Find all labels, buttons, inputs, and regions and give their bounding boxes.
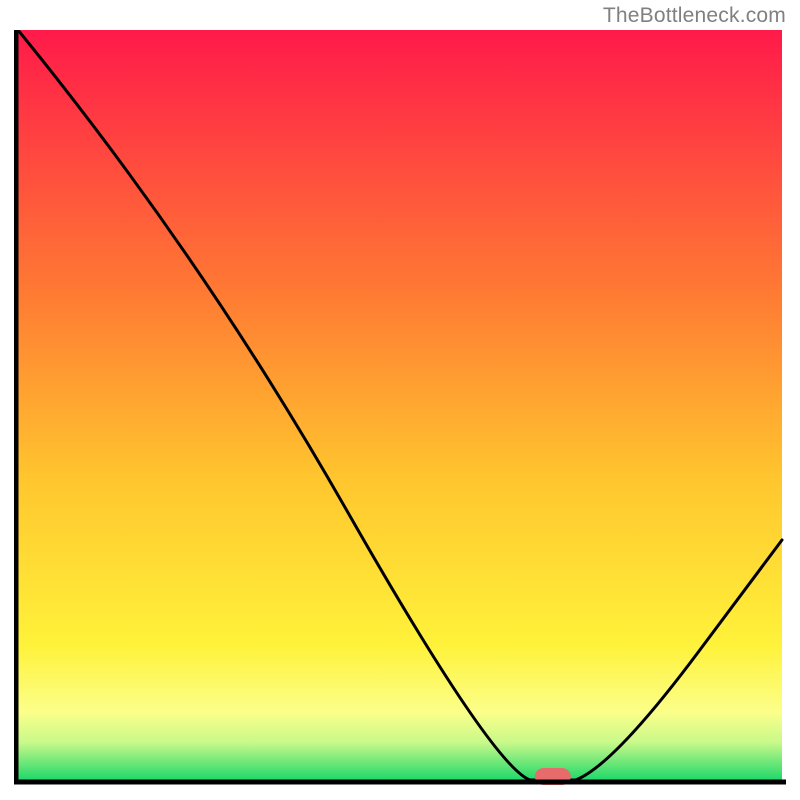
bottleneck-chart [14, 30, 786, 786]
watermark-text: TheBottleneck.com [603, 4, 786, 28]
gradient-background [18, 30, 782, 780]
chart-svg [14, 30, 786, 786]
